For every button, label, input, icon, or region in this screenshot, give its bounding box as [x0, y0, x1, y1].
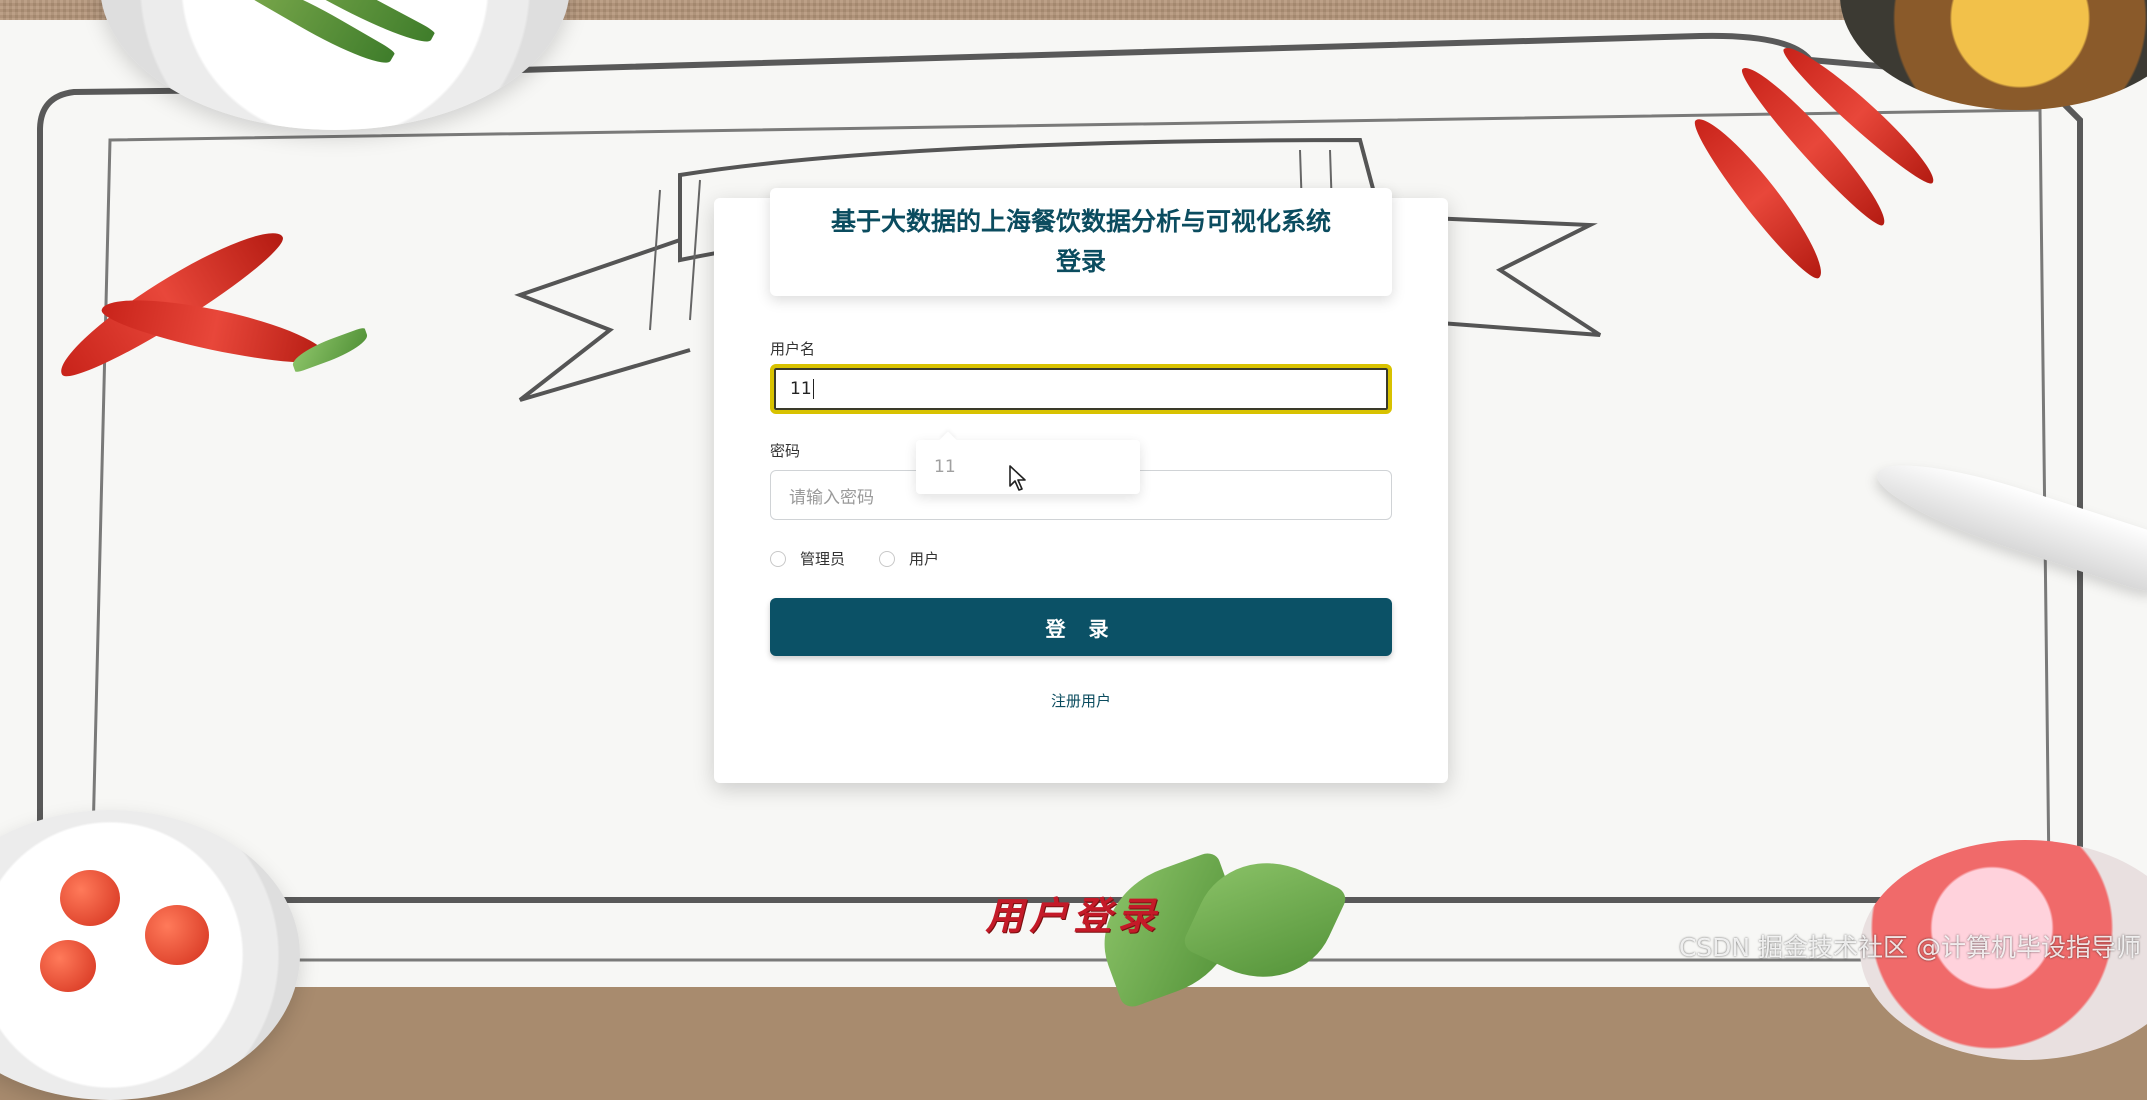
- radio-user-label[interactable]: 用户: [909, 548, 939, 569]
- radio-admin-label[interactable]: 管理员: [800, 548, 845, 569]
- tomato-decoration-3: [40, 940, 96, 992]
- text-caret: [812, 379, 814, 399]
- password-placeholder: 请输入密码: [789, 487, 874, 508]
- username-input[interactable]: 11: [770, 364, 1392, 414]
- password-label: 密码: [770, 442, 801, 460]
- autocomplete-suggestion-text: 11: [934, 457, 956, 477]
- login-heading: 登录: [1055, 247, 1106, 276]
- radio-admin[interactable]: [770, 550, 786, 567]
- watermark: CSDN 掘金技术社区 @计算机毕设指导师: [1678, 933, 2141, 962]
- username-value: 11: [790, 379, 812, 399]
- login-title-box: 基于大数据的上海餐饮数据分析与可视化系统 登录: [770, 188, 1392, 296]
- radio-user[interactable]: [879, 550, 896, 567]
- register-link[interactable]: 注册用户: [714, 690, 1448, 711]
- login-button[interactable]: 登 录: [770, 598, 1392, 656]
- username-label: 用户名: [770, 340, 816, 358]
- system-title: 基于大数据的上海餐饮数据分析与可视化系统: [830, 207, 1331, 236]
- role-radio-group: 管理员 用户: [770, 548, 973, 569]
- mouse-pointer-icon: [1009, 465, 1026, 491]
- autocomplete-suggestion[interactable]: 11: [916, 440, 1140, 494]
